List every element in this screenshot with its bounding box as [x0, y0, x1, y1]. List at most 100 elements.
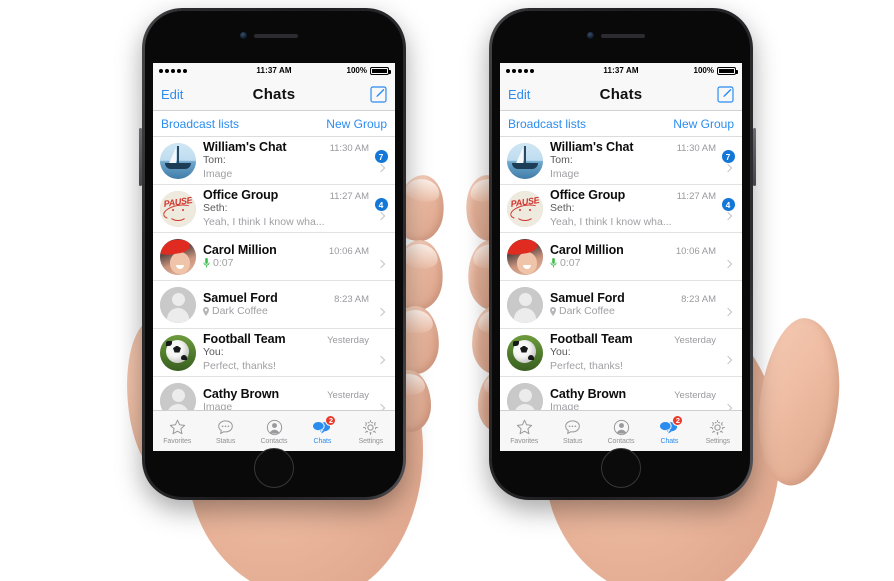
- chat-row[interactable]: Samuel Ford 8:23 AM Dark Coffee: [153, 281, 395, 329]
- chat-name: William's Chat: [550, 140, 634, 155]
- chat-time: 10:06 AM: [328, 245, 369, 257]
- tab-settings[interactable]: Settings: [347, 418, 395, 445]
- compose-button[interactable]: [676, 85, 734, 103]
- tab-contacts[interactable]: Contacts: [597, 418, 645, 445]
- home-button[interactable]: [601, 448, 641, 488]
- chat-preview: Image: [203, 167, 233, 180]
- chat-row[interactable]: Cathy Brown Yesterday Image: [153, 377, 395, 410]
- chat-row-text: Football Team Yesterday You: Perfect, thank…: [196, 332, 371, 372]
- chat-name: William's Chat: [203, 140, 287, 155]
- scene-root: 11:37 AM 100% Edit Chats Broadcast lists…: [0, 0, 894, 581]
- chat-row[interactable]: William's Chat 11:30 AM Tom: Image 7: [500, 137, 742, 185]
- chat-name: Cathy Brown: [203, 386, 279, 401]
- chat-row[interactable]: Carol Million 10:06 AM 0:07: [500, 233, 742, 281]
- tab-chats[interactable]: 2 Chats: [298, 414, 346, 445]
- default-person-avatar: [160, 382, 196, 410]
- chat-row-text: Samuel Ford 8:23 AM Dark Coffee: [543, 291, 718, 319]
- chat-row-accessory: [718, 390, 738, 410]
- default-person-avatar: [160, 286, 196, 323]
- chat-preview: Yeah, I think I know wha...: [550, 215, 672, 228]
- chat-row-accessory: [371, 246, 391, 269]
- chat-row[interactable]: PAUSE Office Group 11:27 AM Seth: Yeah, I th…: [500, 185, 742, 233]
- boat-avatar: [507, 142, 543, 179]
- tab-favorites[interactable]: Favorites: [153, 418, 201, 445]
- tab-label: Chats: [660, 437, 679, 445]
- chat-row[interactable]: Football Team Yesterday You: Perfect, thank…: [153, 329, 395, 377]
- chat-row-text: Cathy Brown Yesterday Image: [543, 387, 718, 410]
- page-title: Chats: [599, 85, 643, 103]
- chat-time: 8:23 AM: [334, 293, 369, 305]
- chat-row-text: Football Team Yesterday You: Perfect, thank…: [543, 332, 718, 372]
- phone-left: 11:37 AM 100% Edit Chats Broadcast lists…: [139, 8, 406, 500]
- chat-list[interactable]: William's Chat 11:30 AM Tom: Image 7 PAUSE Off…: [153, 137, 395, 410]
- chevron-right-icon: [376, 163, 386, 173]
- tab-status[interactable]: Status: [201, 418, 249, 445]
- chevron-right-icon: [376, 307, 386, 317]
- chat-sender: Seth:: [203, 202, 228, 215]
- tab-favorites[interactable]: Favorites: [500, 418, 548, 445]
- chat-meta: 0:07: [550, 257, 718, 271]
- avatar: [507, 238, 543, 275]
- tab-label: Contacts: [607, 437, 635, 445]
- avatar: [507, 142, 543, 179]
- star-icon: [169, 419, 185, 434]
- tab-chats[interactable]: 2 Chats: [645, 414, 693, 445]
- chat-row[interactable]: Football Team Yesterday You: Perfect, thank…: [500, 329, 742, 377]
- chat-row-text: William's Chat 11:30 AM Tom: Image: [196, 140, 371, 180]
- football-avatar: [160, 334, 196, 371]
- signal-dots-icon: [159, 68, 219, 73]
- volume-buttons-right[interactable]: [753, 128, 756, 186]
- chat-meta: 0:07: [203, 257, 371, 271]
- compose-icon: [717, 85, 734, 103]
- signal-dots-icon: [506, 68, 566, 73]
- chat-row-text: Office Group 11:27 AM Seth: Yeah, I think I…: [196, 188, 371, 228]
- battery-percent-label: 100%: [346, 66, 367, 75]
- broadcast-lists-button[interactable]: Broadcast lists: [508, 117, 586, 131]
- chat-time: 11:30 AM: [329, 143, 369, 155]
- chat-row[interactable]: Carol Million 10:06 AM 0:07: [153, 233, 395, 281]
- chat-row-header: William's Chat 11:30 AM: [203, 140, 371, 154]
- chat-row[interactable]: Cathy Brown Yesterday Image: [500, 377, 742, 410]
- chat-row[interactable]: PAUSE Office Group 11:27 AM Seth: Yeah, I th…: [153, 185, 395, 233]
- chat-time: 8:23 AM: [681, 293, 716, 305]
- avatar: [507, 286, 543, 323]
- chat-row-header: Samuel Ford 8:23 AM: [550, 291, 718, 305]
- carol-avatar: [507, 238, 543, 275]
- broadcast-lists-button[interactable]: Broadcast lists: [161, 117, 239, 131]
- earpiece-speaker: [601, 34, 645, 38]
- avatar: [160, 334, 196, 371]
- home-button[interactable]: [254, 448, 294, 488]
- chat-row[interactable]: William's Chat 11:30 AM Tom: Image 7: [153, 137, 395, 185]
- chat-row[interactable]: Samuel Ford 8:23 AM Dark Coffee: [500, 281, 742, 329]
- new-group-button[interactable]: New Group: [673, 117, 734, 131]
- location-pin-icon: [550, 306, 556, 316]
- tab-icon: [709, 418, 726, 437]
- avatar: [507, 382, 543, 410]
- compose-icon: [370, 85, 387, 103]
- edit-button[interactable]: Edit: [508, 87, 566, 102]
- chevron-right-icon: [723, 259, 733, 269]
- unread-badge: 4: [721, 198, 735, 211]
- tab-status[interactable]: Status: [548, 418, 596, 445]
- chat-row-accessory: 4: [718, 198, 738, 221]
- chat-name: Carol Million: [203, 242, 277, 257]
- unread-badge-slot: 7: [374, 150, 388, 163]
- chat-list[interactable]: William's Chat 11:30 AM Tom: Image 7 PAUSE Off…: [500, 137, 742, 410]
- chat-time: Yesterday: [327, 389, 369, 401]
- carol-avatar: [160, 238, 196, 275]
- tab-settings[interactable]: Settings: [694, 418, 742, 445]
- chevron-right-icon: [723, 403, 733, 410]
- new-group-button[interactable]: New Group: [326, 117, 387, 131]
- chat-row-header: William's Chat 11:30 AM: [550, 140, 718, 154]
- chat-row-text: Carol Million 10:06 AM 0:07: [543, 243, 718, 271]
- tab-label: Favorites: [163, 437, 192, 445]
- tab-icon: 2: [659, 414, 684, 437]
- front-camera-icon: [240, 32, 247, 39]
- tab-contacts[interactable]: Contacts: [250, 418, 298, 445]
- chat-row-text: William's Chat 11:30 AM Tom: Image: [543, 140, 718, 180]
- status-bar: 11:37 AM 100%: [500, 63, 742, 78]
- compose-button[interactable]: [329, 85, 387, 103]
- edit-button[interactable]: Edit: [161, 87, 219, 102]
- tab-bar: Favorites Status Contacts 2 Chats Settings: [153, 410, 395, 451]
- volume-buttons-left[interactable]: [139, 128, 142, 186]
